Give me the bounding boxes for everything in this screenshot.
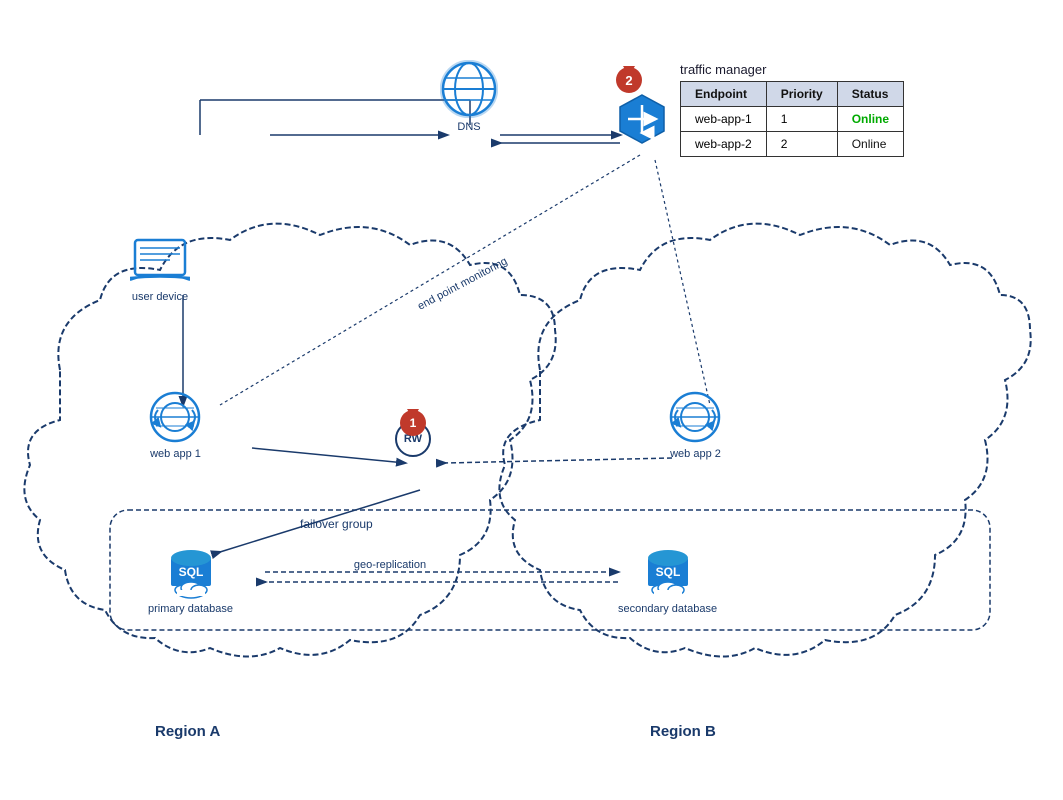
col-status: Status	[837, 82, 903, 107]
status-2: Online	[837, 132, 903, 157]
user-device-icon	[130, 238, 190, 288]
sql-primary-icon-container: SQL primary database	[148, 540, 233, 615]
dns-icon-container: DNS	[440, 60, 498, 133]
dns-label: DNS	[457, 121, 480, 133]
svg-text:geo-replication: geo-replication	[354, 559, 426, 571]
dns-icon	[440, 60, 498, 118]
sql-primary-icon: SQL	[161, 540, 221, 600]
col-priority: Priority	[766, 82, 837, 107]
sql-secondary-icon: SQL	[638, 540, 698, 600]
badge-2-container: 2	[623, 67, 635, 76]
traffic-manager-icon	[616, 93, 668, 145]
traffic-manager-table-container: traffic manager Endpoint Priority Status…	[680, 62, 904, 157]
svg-text:end point monitoring: end point monitoring	[416, 255, 510, 312]
primary-db-label: primary database	[148, 603, 233, 615]
region-a-label: Region A	[155, 723, 220, 740]
svg-text:SQL: SQL	[178, 565, 203, 579]
endpoint-1: web-app-1	[681, 107, 767, 132]
sql-secondary-icon-container: SQL secondary database	[618, 540, 717, 615]
table-row: web-app-1 1 Online	[681, 107, 904, 132]
svg-text:SQL: SQL	[655, 565, 680, 579]
priority-1: 1	[766, 107, 837, 132]
webapp2-icon	[668, 390, 723, 445]
webapp2-label: web app 2	[670, 448, 721, 460]
webapp2-icon-container: web app 2	[668, 390, 723, 460]
user-device-icon-container: user device	[130, 238, 190, 303]
webapp1-label: web app 1	[150, 448, 201, 460]
region-b-label: Region B	[650, 723, 716, 740]
col-endpoint: Endpoint	[681, 82, 767, 107]
endpoint-2: web-app-2	[681, 132, 767, 157]
traffic-manager-table-label: traffic manager	[680, 62, 904, 77]
badge-2: 2	[616, 67, 642, 93]
priority-2: 2	[766, 132, 837, 157]
webapp1-icon	[148, 390, 203, 445]
badge-1: 1	[400, 410, 426, 436]
diagram: failover group end point monitoring geo-…	[0, 0, 1063, 800]
traffic-manager-table: Endpoint Priority Status web-app-1 1 Onl…	[680, 81, 904, 157]
status-1: Online	[837, 107, 903, 132]
traffic-manager-icon-container	[616, 93, 668, 145]
user-device-label: user device	[132, 291, 188, 303]
webapp1-icon-container: web app 1	[148, 390, 203, 460]
rw-badge-container: 1 RW	[395, 410, 431, 457]
table-row: web-app-2 2 Online	[681, 132, 904, 157]
secondary-db-label: secondary database	[618, 603, 717, 615]
